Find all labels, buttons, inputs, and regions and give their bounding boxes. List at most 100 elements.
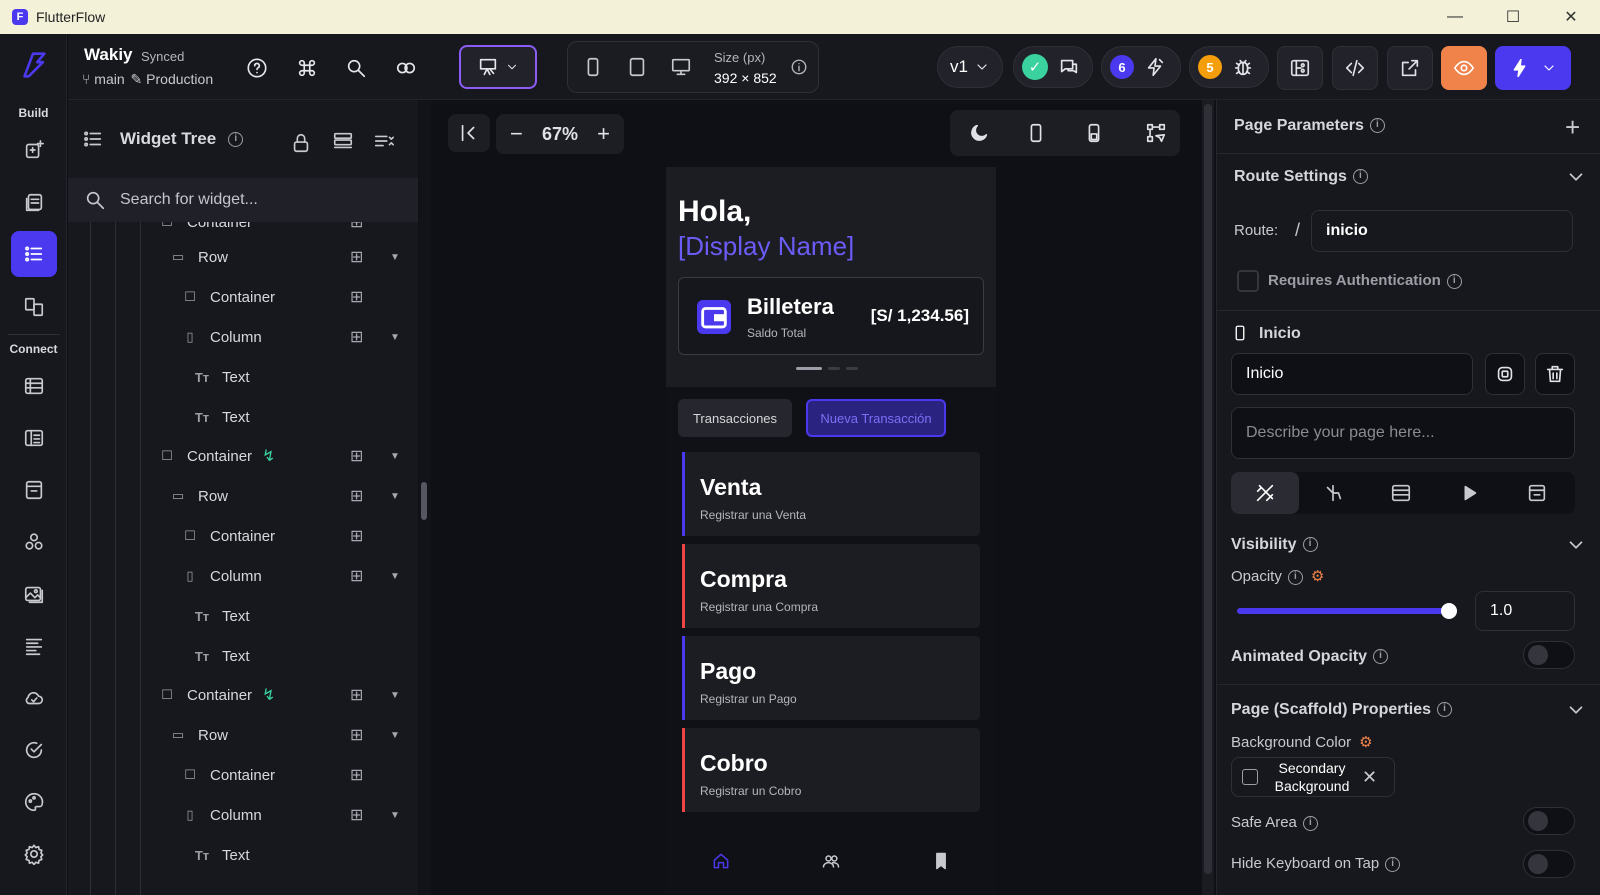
add-widget-icon[interactable]: ⊞	[350, 805, 363, 825]
branching-icon[interactable]	[1277, 46, 1323, 90]
wallet-card[interactable]: Billetera Saldo Total [S/ 1,234.56]	[678, 277, 984, 355]
new-transaction-tab[interactable]: Nueva Transacción	[806, 399, 946, 437]
chevron-down-icon[interactable]	[1565, 534, 1587, 556]
add-widget-rail-icon[interactable]	[11, 127, 57, 173]
pages-rail-icon[interactable]	[11, 180, 57, 226]
add-widget-icon[interactable]: ⊞	[350, 327, 363, 347]
tree-row-text[interactable]: Tт Text	[68, 397, 418, 437]
collapse-icon[interactable]	[332, 130, 354, 152]
comments-pill[interactable]: 6	[1101, 46, 1181, 88]
tree-row-container[interactable]: ☐ Container ↯ ⊞ ▼	[68, 675, 418, 715]
widget-tree-info-icon[interactable]: i	[228, 131, 244, 147]
transaction-card[interactable]: Compra Registrar una Compra	[682, 544, 980, 628]
tree-row-container[interactable]: ☐ Container ↯ ⊞ ▼	[68, 436, 418, 476]
add-widget-icon[interactable]: ⊞	[350, 566, 363, 586]
sort-options-icon[interactable]	[373, 130, 395, 152]
close-window-button[interactable]: ✕	[1542, 0, 1600, 34]
safe-area-info-icon[interactable]: i	[1302, 815, 1318, 831]
people-icon[interactable]	[821, 851, 841, 871]
caret-icon[interactable]: ▼	[390, 690, 400, 701]
media-assets-rail-icon[interactable]	[11, 571, 57, 617]
custom-code-rail-icon[interactable]	[11, 519, 57, 565]
add-widget-icon[interactable]: ⊞	[350, 486, 363, 506]
command-palette-icon[interactable]	[291, 52, 323, 84]
home-icon[interactable]	[711, 851, 731, 871]
delete-page-icon[interactable]	[1535, 353, 1575, 395]
theme-rail-icon[interactable]	[11, 779, 57, 825]
background-color-picker[interactable]: Secondary Background ✕	[1231, 757, 1395, 797]
add-widget-icon[interactable]: ⊞	[350, 685, 363, 705]
languages-rail-icon[interactable]	[11, 623, 57, 669]
tree-row-container[interactable]: ☐ Container ⊞	[68, 516, 418, 556]
caret-icon[interactable]: ▼	[390, 252, 400, 263]
add-widget-icon[interactable]: ⊞	[350, 526, 363, 546]
tree-row-text[interactable]: Tт Text	[68, 357, 418, 397]
branch-info[interactable]: ⑂ main ✎ Production	[82, 71, 213, 88]
opacity-info-icon[interactable]: i	[1287, 569, 1303, 585]
open-external-icon[interactable]	[1387, 46, 1433, 90]
phone-frame-icon[interactable]	[1025, 122, 1047, 144]
variable-binding-icon[interactable]: ⚙	[1311, 568, 1324, 585]
responsive-icon[interactable]	[1132, 110, 1180, 156]
requires-auth-checkbox[interactable]	[1237, 270, 1259, 292]
run-button[interactable]	[1495, 46, 1571, 90]
status-pill[interactable]: ✓	[1013, 46, 1093, 88]
zoom-out-icon[interactable]: −	[510, 121, 523, 147]
storyboard-rail-icon[interactable]	[11, 284, 57, 330]
tree-row-container[interactable]: ☐ Container ⊞	[68, 277, 418, 317]
hide-keyboard-info-icon[interactable]: i	[1385, 856, 1401, 872]
caret-icon[interactable]: ▼	[390, 332, 400, 343]
chevron-down-icon[interactable]	[1565, 699, 1587, 721]
chevron-down-icon[interactable]	[1565, 166, 1587, 188]
tree-row-column[interactable]: ▯ Column ⊞ ▼	[68, 795, 418, 835]
search-icon[interactable]	[340, 52, 372, 84]
dark-mode-moon-icon[interactable]	[968, 122, 990, 144]
opacity-input[interactable]: 1.0	[1475, 591, 1575, 631]
phone-preview[interactable]: Hola, [Display Name] Billetera Saldo Tot…	[666, 167, 996, 895]
caret-icon[interactable]: ▼	[390, 730, 400, 741]
transaction-card[interactable]: Cobro Registrar un Cobro	[682, 728, 980, 812]
tree-row-text[interactable]: Tт Text	[68, 835, 418, 875]
transaction-card[interactable]: Pago Registrar un Pago	[682, 636, 980, 720]
tests-rail-icon[interactable]	[11, 727, 57, 773]
add-widget-icon[interactable]: ⊞	[350, 247, 363, 267]
tree-row-column[interactable]: ▯ Column ⊞ ▼	[68, 317, 418, 357]
firestore-rail-icon[interactable]	[11, 363, 57, 409]
widget-tree-rail-icon[interactable]	[11, 231, 57, 277]
tree-row-row[interactable]: ▭ Row ⊞ ▼	[68, 237, 418, 277]
version-selector[interactable]: v1	[937, 46, 1003, 88]
collapse-panel-icon[interactable]	[448, 114, 490, 152]
design-mode-selector[interactable]	[459, 45, 537, 89]
opacity-slider[interactable]	[1237, 603, 1457, 619]
phone-device-icon[interactable]	[582, 56, 604, 78]
page-state-tab-icon[interactable]	[1503, 472, 1571, 514]
opacity-slider-thumb[interactable]	[1441, 603, 1457, 619]
animated-opacity-info-icon[interactable]: i	[1373, 649, 1389, 665]
lock-icon[interactable]	[290, 132, 312, 154]
help-icon[interactable]	[241, 52, 273, 84]
cloud-functions-rail-icon[interactable]	[11, 675, 57, 721]
animations-play-tab-icon[interactable]	[1435, 472, 1503, 514]
scrollbar-thumb[interactable]	[421, 482, 427, 520]
backend-query-tab-icon[interactable]	[1367, 472, 1435, 514]
display-name-text[interactable]: [Display Name]	[678, 231, 854, 262]
add-widget-icon[interactable]: ⊞	[350, 287, 363, 307]
tree-row-text[interactable]: Tт Text	[68, 596, 418, 636]
bugs-pill[interactable]: 5	[1189, 46, 1269, 88]
desktop-device-icon[interactable]	[670, 56, 692, 78]
maximize-button[interactable]: ☐	[1484, 0, 1542, 34]
actions-tab-icon[interactable]	[1299, 472, 1367, 514]
zoom-in-icon[interactable]: +	[597, 121, 610, 147]
caret-icon[interactable]: ▼	[390, 491, 400, 502]
canvas-scrollbar[interactable]	[1202, 100, 1214, 895]
transactions-tab[interactable]: Transacciones	[678, 399, 792, 437]
tree-row-container[interactable]: ☐ Container ⊞	[68, 755, 418, 795]
clear-color-icon[interactable]: ✕	[1362, 767, 1377, 788]
tree-row-row[interactable]: ▭ Row ⊞ ▼	[68, 476, 418, 516]
caret-icon[interactable]: ▼	[390, 451, 400, 462]
animated-opacity-toggle[interactable]	[1523, 641, 1575, 669]
page-name-input[interactable]: Inicio	[1231, 353, 1473, 395]
tree-row-column[interactable]: ▯ Column ⊞ ▼	[68, 556, 418, 596]
settings-gear-icon[interactable]	[11, 831, 57, 877]
tablet-device-icon[interactable]	[626, 56, 648, 78]
